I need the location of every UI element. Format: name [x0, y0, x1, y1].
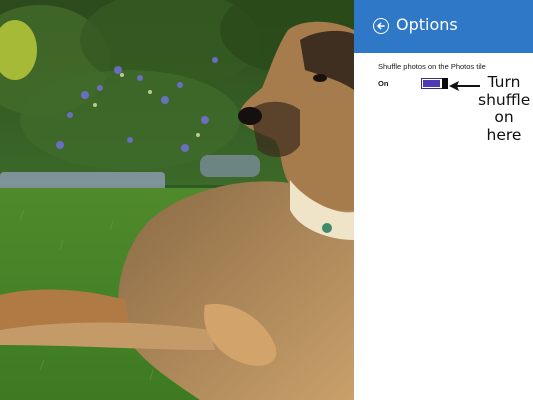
shuffle-setting-label: Shuffle photos on the Photos tile — [378, 62, 486, 71]
options-panel: Options Shuffle photos on the Photos til… — [354, 0, 533, 400]
back-button[interactable] — [373, 18, 389, 34]
panel-header: Options — [354, 0, 533, 53]
shuffle-toggle[interactable] — [421, 78, 448, 89]
dog-photo — [0, 0, 354, 400]
toggle-fill — [423, 80, 440, 87]
screen: Options Shuffle photos on the Photos til… — [0, 0, 533, 400]
panel-title: Options — [396, 15, 458, 34]
back-arrow-circle-icon — [377, 22, 385, 30]
background-photo — [0, 0, 354, 400]
arrow-left-icon — [449, 81, 480, 91]
annotation-text: Turn shuffle on here — [478, 73, 531, 144]
shuffle-state-label: On — [378, 79, 389, 88]
